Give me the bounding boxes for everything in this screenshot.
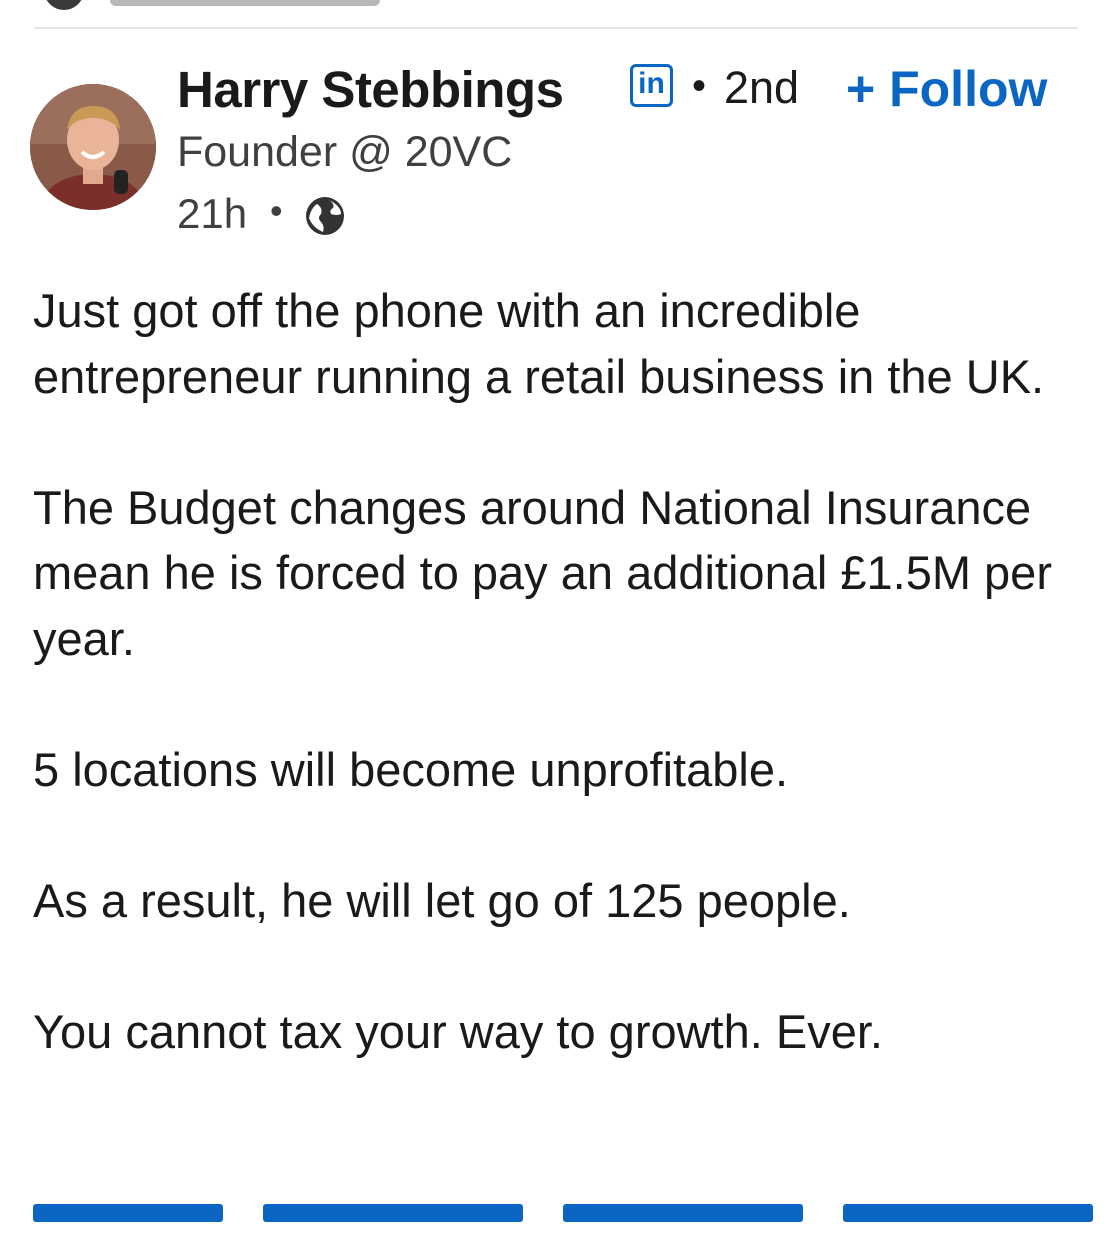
post-paragraph: The Budget changes around National Insur… [33,480,1052,665]
post-paragraph: You cannot tax your way to growth. Ever. [33,1004,883,1058]
author-headline: Founder @ 20VC [177,128,513,176]
post-timestamp: 21h [177,190,248,237]
connection-degree: 2nd [724,62,800,113]
follow-button[interactable]: + Follow [846,60,1047,118]
avatar[interactable] [30,84,156,210]
hashtags-row[interactable] [33,1178,1093,1233]
hashtags-cut-off [33,1204,1093,1222]
divider [34,27,1078,29]
post-paragraph: Just got off the phone with an incredibl… [33,284,1045,403]
linkedin-icon: in [630,64,673,107]
globe-icon [306,197,344,235]
post-body: Just got off the phone with an incredibl… [33,278,1093,1130]
separator-dot: • [270,190,283,231]
post-paragraph: 5 locations will become unprofitable. [33,742,789,796]
separator-dot: • [692,64,707,108]
avatar-photo [30,84,156,210]
previous-avatar [44,0,84,10]
previous-text [110,0,380,6]
author-name[interactable]: Harry Stebbings [177,60,564,119]
previous-post-edge [0,0,1110,10]
post-paragraph: As a result, he will let go of 125 peopl… [33,873,851,927]
